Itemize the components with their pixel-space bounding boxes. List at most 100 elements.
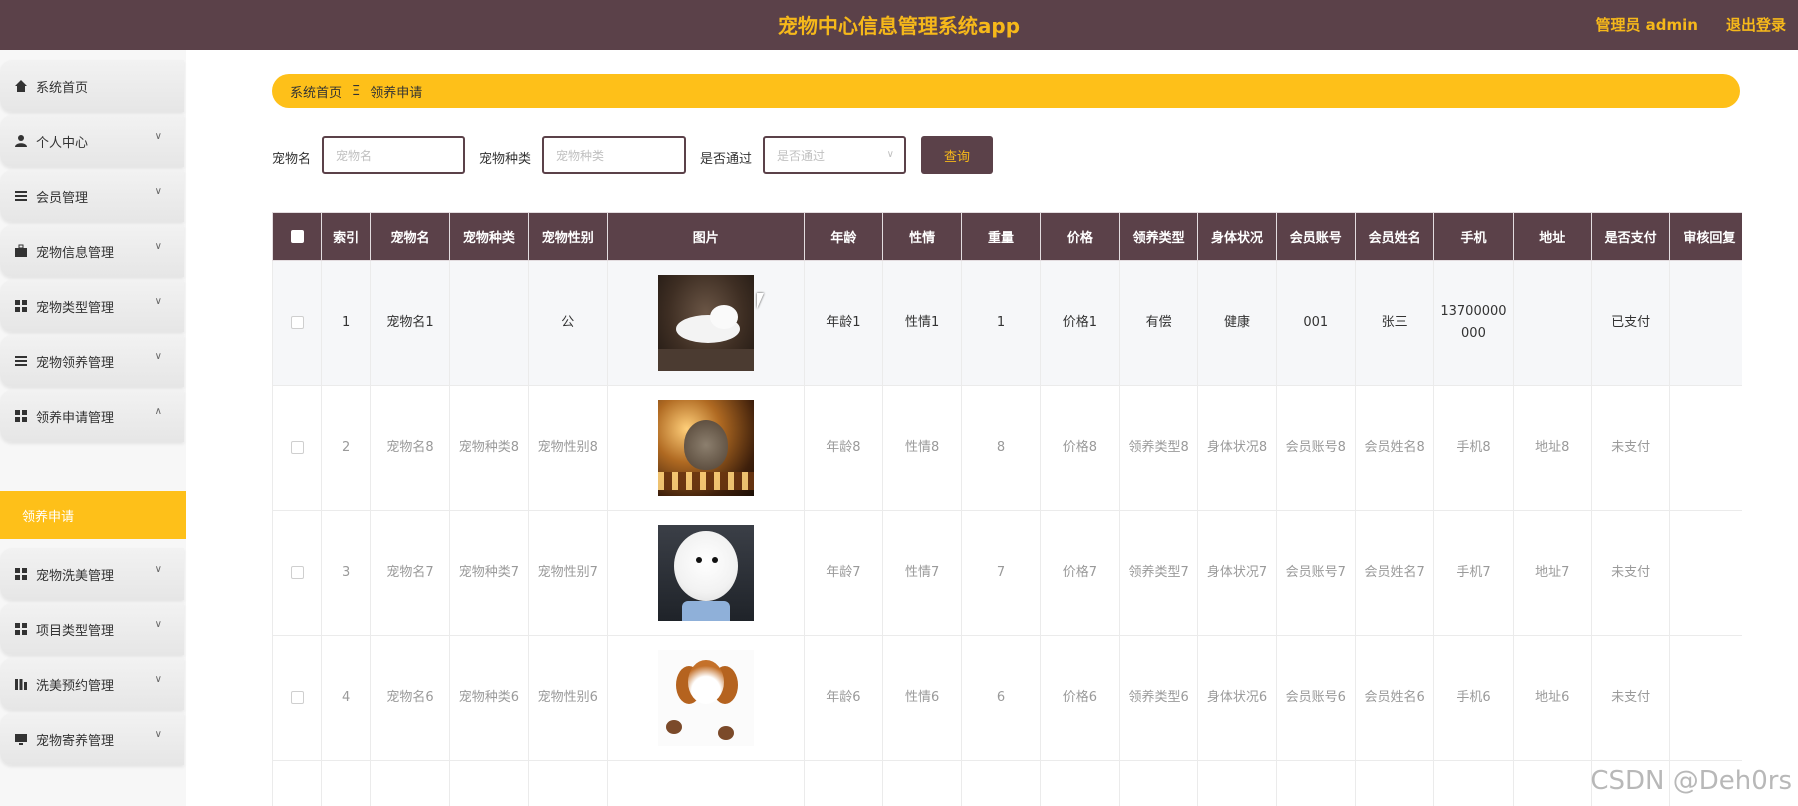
cell-member-account: 会员账号8 bbox=[1275, 385, 1356, 511]
sidebar-subitem-label: 领养申请 bbox=[22, 509, 75, 525]
sidebar-item-label: 宠物领养管理 bbox=[36, 355, 115, 371]
row-checkbox[interactable] bbox=[272, 260, 323, 386]
cell-phone: 手机8 bbox=[1433, 385, 1514, 511]
sidebar-item-label: 宠物寄养管理 bbox=[36, 733, 115, 749]
cell-pet-name: 宠物名7 bbox=[369, 510, 451, 636]
cell-temper: 性情6 bbox=[881, 635, 963, 761]
checkbox-icon bbox=[290, 440, 304, 454]
sidebar-item-boarding[interactable]: 宠物寄养管理 ∨ bbox=[0, 713, 184, 765]
sidebar-item-label: 洗美预约管理 bbox=[36, 678, 115, 694]
cell-phone: 手机7 bbox=[1433, 510, 1514, 636]
cell-pet-gender: 宠物性别6 bbox=[527, 635, 608, 761]
cell-temper: 性情7 bbox=[881, 510, 963, 636]
column-header: 审核回复 bbox=[1669, 212, 1742, 261]
pet-image-candle-cat[interactable] bbox=[657, 400, 754, 496]
cell-index: 2 bbox=[321, 385, 371, 511]
cell-adoption-type: 有偿 bbox=[1118, 260, 1199, 386]
pet-image-white-cat[interactable] bbox=[657, 275, 754, 371]
cell-address: 地址8 bbox=[1512, 385, 1592, 511]
cell-pet-gender: 宠物性别7 bbox=[527, 510, 608, 636]
cell-review-reply bbox=[1669, 635, 1742, 761]
cell-pet-type: 宠物种类6 bbox=[449, 635, 529, 761]
logout-button[interactable]: 退出登录 bbox=[1726, 14, 1786, 35]
pet-image-white-poodle[interactable] bbox=[657, 525, 754, 621]
breadcrumb-home[interactable]: 系统首页 bbox=[290, 82, 342, 101]
grid-icon bbox=[12, 298, 30, 314]
cell-age: 年龄7 bbox=[803, 510, 884, 636]
row-checkbox[interactable] bbox=[272, 385, 323, 511]
chart-icon bbox=[12, 676, 30, 692]
column-header: 宠物种类 bbox=[449, 212, 529, 261]
column-header: 索引 bbox=[321, 212, 371, 261]
sidebar-item-members[interactable]: 会员管理 ∨ bbox=[0, 170, 184, 222]
column-header: 会员姓名 bbox=[1354, 212, 1435, 261]
home-icon bbox=[12, 78, 30, 94]
cell-health: 健康 bbox=[1197, 260, 1277, 386]
column-header: 宠物名 bbox=[369, 212, 451, 261]
sidebar-item-adoption[interactable]: 宠物领养管理 ∨ bbox=[0, 335, 184, 387]
column-header: 是否支付 bbox=[1590, 212, 1671, 261]
cell-adoption-type: 领养类型7 bbox=[1118, 510, 1199, 636]
checkbox-icon bbox=[290, 565, 304, 579]
cell-age: 年龄8 bbox=[803, 385, 884, 511]
select-all-checkbox[interactable] bbox=[272, 212, 323, 261]
cell-index: 1 bbox=[321, 260, 371, 386]
cell-price: 价格7 bbox=[1039, 510, 1121, 636]
cell-pet-gender: 宠物性别8 bbox=[527, 385, 608, 511]
data-table: 索引 宠物名 宠物种类 宠物性别 图片 年龄 性情 重量 价格 领养类型 身体状… bbox=[272, 212, 1742, 806]
sidebar-item-project-type[interactable]: 项目类型管理 ∨ bbox=[0, 603, 184, 655]
pet-name-input[interactable]: 宠物名 bbox=[322, 136, 465, 174]
cell-address bbox=[1512, 260, 1592, 386]
cell-member-name: 会员姓名7 bbox=[1354, 510, 1435, 636]
pet-type-label: 宠物种类 bbox=[479, 152, 532, 167]
cell-age: 年龄6 bbox=[803, 635, 884, 761]
pass-status-label: 是否通过 bbox=[700, 152, 753, 167]
row-checkbox[interactable] bbox=[272, 510, 323, 636]
breadcrumb-separator-icon: Ξ bbox=[352, 83, 361, 99]
app-title: 宠物中心信息管理系统app bbox=[777, 14, 1021, 38]
breadcrumb: 系统首页 Ξ 领养申请 bbox=[272, 74, 1740, 108]
cell-index: 4 bbox=[321, 635, 371, 761]
chevron-down-icon: ∨ bbox=[154, 619, 162, 630]
checkbox-icon bbox=[290, 230, 304, 243]
cell-paid: 已支付 bbox=[1590, 260, 1671, 386]
cell-review-reply bbox=[1669, 510, 1742, 636]
chevron-up-icon: ∧ bbox=[154, 406, 162, 417]
user-icon bbox=[12, 133, 30, 149]
sidebar-item-pet-type[interactable]: 宠物类型管理 ∨ bbox=[0, 280, 184, 332]
cell-temper: 性情1 bbox=[881, 260, 963, 386]
monitor-icon bbox=[12, 731, 30, 747]
sidebar-item-home[interactable]: 系统首页 bbox=[0, 60, 184, 112]
column-header: 身体状况 bbox=[1197, 212, 1277, 261]
cell-index: 3 bbox=[321, 510, 371, 636]
cell-paid: 未支付 bbox=[1590, 635, 1671, 761]
watermark: CSDN @Deh0rs bbox=[1590, 766, 1792, 796]
sidebar-item-grooming[interactable]: 宠物洗美管理 ∨ bbox=[0, 548, 184, 600]
pass-status-placeholder: 是否通过 bbox=[777, 148, 826, 163]
sidebar-item-pet-info[interactable]: 宠物信息管理 ∨ bbox=[0, 225, 184, 277]
pass-status-select[interactable]: 是否通过 ∨ bbox=[763, 136, 906, 174]
sidebar-item-label: 会员管理 bbox=[36, 190, 89, 206]
table-row: 3 宠物名7 宠物种类7 宠物性别7 年龄7 性情7 7 价格7 领养类型7 身… bbox=[272, 510, 1742, 636]
column-header: 手机 bbox=[1433, 212, 1514, 261]
pet-image-spaniel-puppy[interactable] bbox=[657, 650, 754, 746]
cell-member-name: 张三 bbox=[1354, 260, 1435, 386]
sidebar-item-adoption-apply[interactable]: 领养申请管理 ∧ bbox=[0, 390, 184, 442]
query-button[interactable]: 查询 bbox=[921, 136, 993, 174]
column-header: 价格 bbox=[1039, 212, 1121, 261]
sidebar: 系统首页 个人中心 ∨ 会员管理 ∨ 宠物信息管理 ∨ 宠物类型管理 ∨ 宠物领… bbox=[0, 50, 186, 806]
sidebar-subitem-adoption-apply[interactable]: 领养申请 bbox=[0, 491, 186, 539]
sidebar-item-label: 项目类型管理 bbox=[36, 623, 115, 639]
pet-name-placeholder: 宠物名 bbox=[336, 148, 373, 163]
cell-review-reply bbox=[1669, 385, 1742, 511]
column-header: 会员账号 bbox=[1275, 212, 1356, 261]
pet-type-input[interactable]: 宠物种类 bbox=[542, 136, 686, 174]
chevron-down-icon: ∨ bbox=[154, 186, 162, 197]
row-checkbox[interactable] bbox=[272, 635, 323, 761]
sidebar-item-grooming-booking[interactable]: 洗美预约管理 ∨ bbox=[0, 658, 184, 710]
sidebar-item-personal[interactable]: 个人中心 ∨ bbox=[0, 115, 184, 167]
cell-price: 价格1 bbox=[1039, 260, 1121, 386]
cell-paid: 未支付 bbox=[1590, 385, 1671, 511]
sidebar-item-label: 系统首页 bbox=[36, 80, 89, 96]
list-icon bbox=[12, 188, 30, 204]
